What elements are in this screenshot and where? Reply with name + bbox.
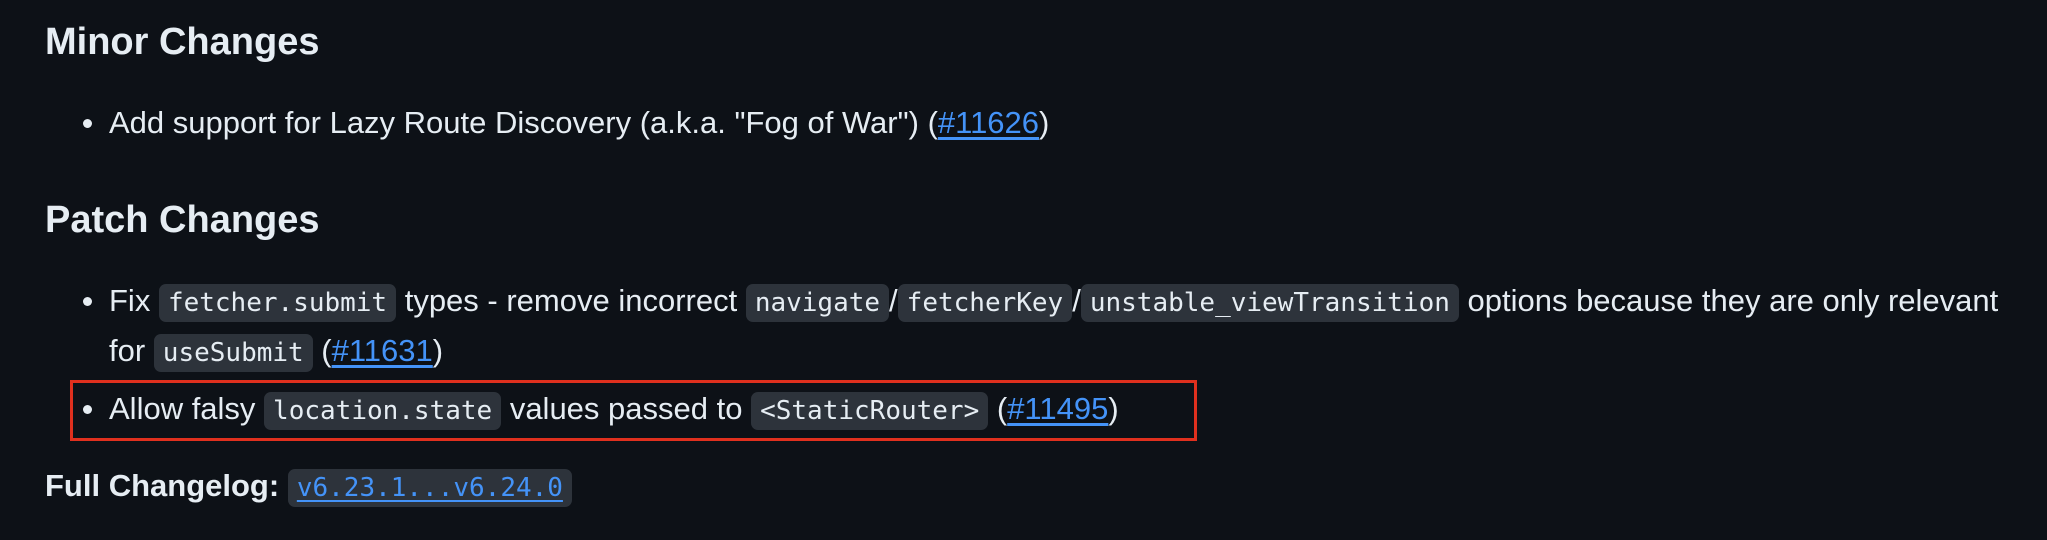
- item-open: (: [312, 333, 332, 368]
- full-changelog: Full Changelog: v6.23.1...v6.24.0: [45, 462, 572, 512]
- code-unstable-view-transition: unstable_viewTransition: [1080, 284, 1459, 322]
- item-text: values passed to: [501, 391, 752, 426]
- item-close: ): [1108, 391, 1119, 426]
- code-fetcher-submit: fetcher.submit: [158, 284, 397, 322]
- patch-changes-heading: Patch Changes: [45, 199, 320, 241]
- list-item: Fix fetcher.submit types - remove incorr…: [45, 277, 2035, 377]
- code-use-submit: useSubmit: [153, 334, 313, 372]
- item-close: ): [432, 333, 444, 368]
- code-static-router: <StaticRouter>: [751, 392, 989, 430]
- item-open: (: [988, 391, 1008, 426]
- full-changelog-label: Full Changelog:: [45, 468, 280, 503]
- slash: /: [1072, 283, 1081, 318]
- list-item: Allow falsy location.state values passed…: [45, 385, 2035, 435]
- item-text: Fix: [109, 283, 159, 318]
- item-text: types - remove incorrect: [396, 283, 746, 318]
- code-fetcher-key: fetcherKey: [897, 284, 1073, 322]
- item-text: Allow falsy: [109, 391, 265, 426]
- item-text: Add support for Lazy Route Discovery (a.…: [109, 105, 938, 140]
- pr-link-11626[interactable]: #11626: [938, 105, 1039, 140]
- code-location-state: location.state: [264, 392, 502, 430]
- compare-link[interactable]: v6.23.1...v6.24.0: [287, 469, 572, 507]
- slash: /: [889, 283, 898, 318]
- pr-link-11631[interactable]: #11631: [332, 333, 433, 368]
- minor-changes-heading: Minor Changes: [45, 21, 320, 63]
- list-item: Add support for Lazy Route Discovery (a.…: [45, 99, 2035, 147]
- code-navigate: navigate: [745, 284, 890, 322]
- item-close: ): [1039, 105, 1050, 140]
- minor-changes-list: Add support for Lazy Route Discovery (a.…: [45, 99, 2035, 147]
- patch-changes-list: Fix fetcher.submit types - remove incorr…: [45, 277, 2035, 435]
- pr-link-11495[interactable]: #11495: [1007, 391, 1108, 426]
